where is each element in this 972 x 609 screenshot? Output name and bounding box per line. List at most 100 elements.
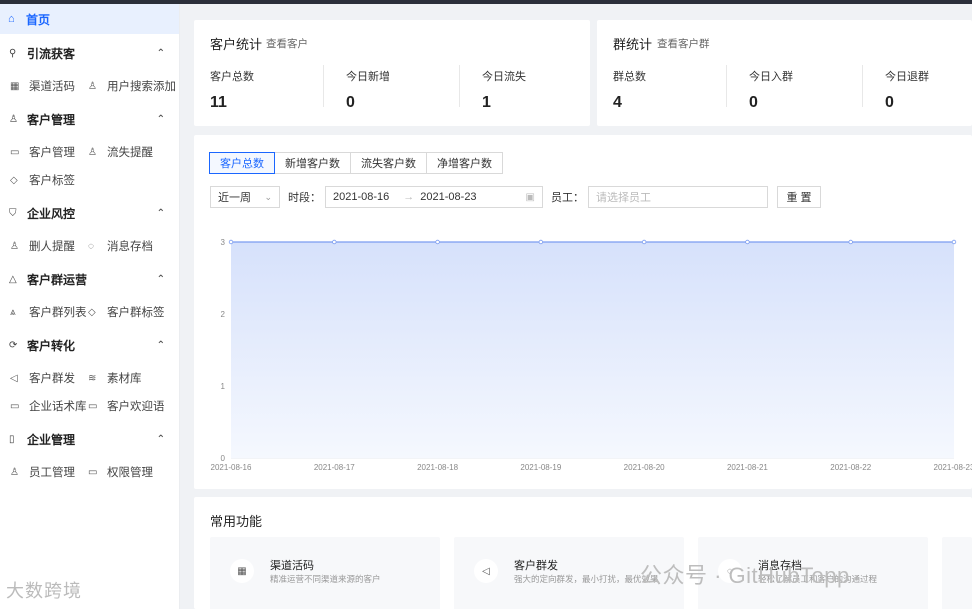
data-point xyxy=(435,239,440,245)
view-groups-link[interactable]: 查看客户群 xyxy=(657,36,710,51)
sidebar: ⌂ 首页 ⚲ 引流获客 ⌃ ▦ 渠道活码 ♙ 用户搜索添加 ♙ 客户管理 ⌃ ▭ 客户… xyxy=(0,4,180,609)
sidebar-item-home[interactable]: ⌂ 首页 xyxy=(0,4,179,34)
chevron-up-icon: ⌃ xyxy=(156,47,165,59)
sidebar-item-permission-manage[interactable]: ▭ 权限管理 xyxy=(88,458,178,486)
y-tick-label: 2 xyxy=(221,310,226,319)
welcome-icon: ▭ xyxy=(88,400,98,412)
common-functions-title: 常用功能 xyxy=(210,514,263,529)
divider xyxy=(459,65,460,107)
sidebar-group-header[interactable]: ⛉ 企业风控 ⌃ xyxy=(0,194,179,232)
convert-icon: ⟳ xyxy=(9,339,18,351)
sidebar-item-label: 消息存档 xyxy=(107,241,153,253)
user-add-icon: ♙ xyxy=(88,80,97,92)
tab-total-customers[interactable]: 客户总数 xyxy=(209,152,275,174)
data-point xyxy=(332,239,337,245)
sidebar-group-traffic: ⚲ 引流获客 ⌃ ▦ 渠道活码 ♙ 用户搜索添加 xyxy=(0,34,179,100)
y-tick-label: 3 xyxy=(221,238,226,247)
sidebar-group-header[interactable]: ▯ 企业管理 ⌃ xyxy=(0,420,179,458)
stat-value: 0 xyxy=(749,94,758,111)
message-icon: ◌ xyxy=(88,240,94,252)
divider xyxy=(862,65,863,107)
chevron-up-icon: ⌃ xyxy=(156,207,165,219)
sidebar-group-group-ops: △ 客户群运营 ⌃ ⩓ 客户群列表 ◇ 客户群标签 xyxy=(0,260,179,326)
sidebar-item-script-library[interactable]: ▭ 企业话术库 xyxy=(10,392,88,420)
x-tick-label: 2021-08-22 xyxy=(830,463,871,472)
script-icon: ▭ xyxy=(10,400,20,412)
stat-label: 今日入群 xyxy=(749,71,793,83)
sidebar-group-header[interactable]: ⟳ 客户转化 ⌃ xyxy=(0,326,179,364)
trend-card: 客户总数 新增客户数 流失客户数 净增客户数 近一周 ⌄ 时段： 2021-08… xyxy=(194,135,972,489)
area-fill xyxy=(231,242,954,458)
y-tick-label: 1 xyxy=(221,382,226,391)
sidebar-item-staff-manage[interactable]: ♙ 员工管理 xyxy=(10,458,88,486)
sidebar-group-customer: ♙ 客户管理 ⌃ ▭ 客户管理 ♙ 流失提醒 ◇ 客户标签 xyxy=(0,100,179,194)
chevron-up-icon: ⌃ xyxy=(156,273,165,285)
data-point xyxy=(538,239,544,245)
qrcode-icon: ▦ xyxy=(10,80,20,92)
sidebar-item-label: 删人提醒 xyxy=(29,241,75,253)
x-tick-label: 2021-08-20 xyxy=(624,463,665,472)
customer-stats-card: 客户统计 查看客户 客户总数 11 今日新增 0 今日流失 1 xyxy=(194,20,590,126)
function-desc: 强大的定向群发，最小打扰，最优效果 xyxy=(514,574,659,584)
sidebar-item-material-library[interactable]: ≋ 素材库 xyxy=(88,364,178,392)
sidebar-group-title: 客户群运营 xyxy=(27,272,88,287)
traffic-icon: ⚲ xyxy=(9,47,17,59)
stat-label: 今日退群 xyxy=(885,71,929,83)
qrcode-icon: ▦ xyxy=(230,559,254,583)
function-card-channel-code[interactable]: ▦ 渠道活码 精准运营不同渠道来源的客户 xyxy=(210,537,440,609)
sidebar-item-churn-alert[interactable]: ♙ 流失提醒 xyxy=(88,138,178,166)
group-icon: △ xyxy=(9,273,17,285)
customer-stats-title: 客户统计 xyxy=(210,37,263,52)
function-desc: 精准运营不同渠道来源的客户 xyxy=(270,574,381,584)
sidebar-group-risk: ⛉ 企业风控 ⌃ ♙ 删人提醒 ◌ 消息存档 xyxy=(0,194,179,260)
sidebar-group-header[interactable]: ♙ 客户管理 ⌃ xyxy=(0,100,179,138)
layers-icon: ≋ xyxy=(88,372,97,384)
stat-total-groups: 群总数 4 xyxy=(613,68,743,112)
function-name: 客户群发 xyxy=(514,560,558,572)
sidebar-item-welcome-msg[interactable]: ▭ 客户欢迎语 xyxy=(88,392,178,420)
function-card-partial[interactable] xyxy=(942,537,972,609)
view-customers-link[interactable]: 查看客户 xyxy=(266,36,308,51)
common-functions-card: 常用功能 ▦ 渠道活码 精准运营不同渠道来源的客户 ◁ 客户群发 强大的定向群发… xyxy=(194,497,972,609)
sidebar-item-customer-tags[interactable]: ◇ 客户标签 xyxy=(10,166,88,194)
x-tick-label: 2021-08-16 xyxy=(211,463,252,472)
data-point xyxy=(641,239,647,245)
group-tag-icon: ◇ xyxy=(88,306,96,318)
data-point xyxy=(951,239,957,245)
sidebar-item-user-search[interactable]: ♙ 用户搜索添加 xyxy=(88,72,178,100)
function-name: 渠道活码 xyxy=(270,560,314,572)
staff-icon: ♙ xyxy=(10,466,19,478)
user-delete-icon: ♙ xyxy=(10,240,19,252)
sidebar-item-channel-code[interactable]: ▦ 渠道活码 xyxy=(10,72,88,100)
user-lost-icon: ♙ xyxy=(88,146,97,158)
x-tick-label: 2021-08-17 xyxy=(314,463,355,472)
group-list-icon: ⩓ xyxy=(10,306,16,318)
stat-lost-today: 今日流失 1 xyxy=(482,68,612,112)
watermark: 大数跨境 xyxy=(6,581,82,601)
sidebar-item-label: 员工管理 xyxy=(29,467,75,479)
sidebar-item-group-list[interactable]: ⩓ 客户群列表 xyxy=(10,298,88,326)
sidebar-item-customer-manage[interactable]: ▭ 客户管理 xyxy=(10,138,88,166)
x-tick-label: 2021-08-21 xyxy=(727,463,768,472)
sidebar-group-title: 企业风控 xyxy=(27,206,76,221)
divider xyxy=(726,65,727,107)
sidebar-group-header[interactable]: ⚲ 引流获客 ⌃ xyxy=(0,34,179,72)
send-icon: ◁ xyxy=(474,559,498,583)
sidebar-item-label: 企业话术库 xyxy=(29,401,87,413)
stat-value: 11 xyxy=(210,94,227,111)
y-tick-label: 0 xyxy=(221,454,226,463)
trend-chart: 0 1 2 3 2021-08-16 2021-08-17 2021-08-18 2021-0… xyxy=(211,238,972,472)
shield-icon: ⛉ xyxy=(9,207,17,219)
chevron-up-icon: ⌃ xyxy=(156,433,165,445)
data-point xyxy=(228,239,234,245)
sidebar-item-delete-alert[interactable]: ♙ 删人提醒 xyxy=(10,232,88,260)
permission-icon: ▭ xyxy=(88,466,98,478)
sidebar-item-message-archive[interactable]: ◌ 消息存档 xyxy=(88,232,178,260)
sidebar-group-header[interactable]: △ 客户群运营 ⌃ xyxy=(0,260,179,298)
divider xyxy=(323,65,324,107)
sidebar-item-label: 客户管理 xyxy=(29,147,75,159)
sidebar-item-group-tags[interactable]: ◇ 客户群标签 xyxy=(88,298,178,326)
stat-label: 群总数 xyxy=(613,71,646,83)
sidebar-item-mass-send[interactable]: ◁ 客户群发 xyxy=(10,364,88,392)
stat-label: 客户总数 xyxy=(210,71,254,83)
